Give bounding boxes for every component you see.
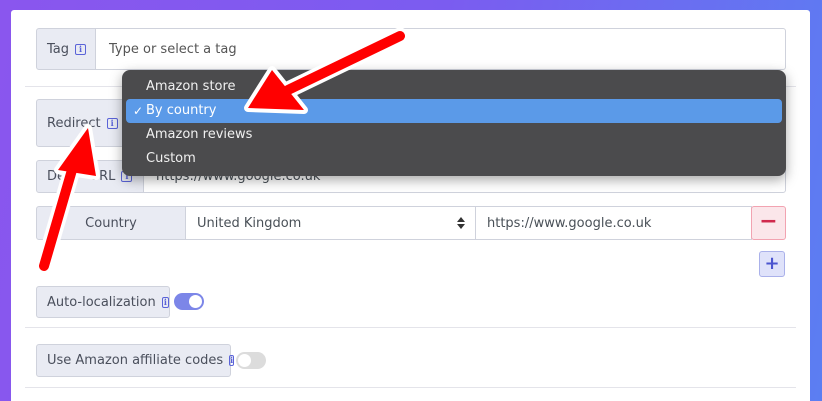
redirect-dropdown-menu: Amazon store ✓ By country Amazon reviews… — [122, 70, 786, 176]
minus-icon: − — [759, 209, 778, 234]
plus-icon: + — [764, 253, 780, 274]
dropdown-option-amazon-store[interactable]: Amazon store — [126, 75, 782, 99]
affiliate-codes-label: Use Amazon affiliate codes i — [36, 344, 235, 377]
auto-localization-label-text: Auto-localization — [47, 294, 156, 310]
default-url-label-start: Def — [47, 169, 70, 184]
country-label: Country — [36, 206, 186, 240]
dropdown-option-by-country[interactable]: ✓ By country — [126, 99, 782, 123]
auto-localization-toggle[interactable] — [174, 293, 204, 310]
country-url-value: https://www.google.co.uk — [487, 215, 652, 231]
checkmark-icon: ✓ — [133, 104, 144, 118]
info-icon[interactable]: i — [106, 117, 118, 129]
default-url-label-end: URL — [89, 169, 116, 184]
remove-country-button[interactable]: − — [751, 206, 786, 240]
affiliate-codes-label-text: Use Amazon affiliate codes — [47, 353, 224, 368]
divider — [25, 387, 796, 388]
dropdown-option-amazon-reviews[interactable]: Amazon reviews — [126, 123, 782, 147]
info-icon[interactable]: i — [161, 296, 169, 308]
dropdown-option-label: By country — [146, 103, 217, 118]
add-country-button[interactable]: + — [759, 251, 785, 277]
redirect-label-text: Redirect — [47, 115, 101, 131]
country-label-text: Country — [85, 215, 137, 231]
country-url-input[interactable]: https://www.google.co.uk — [475, 206, 752, 240]
info-icon[interactable]: i — [75, 43, 87, 55]
dropdown-option-custom[interactable]: Custom — [126, 147, 782, 171]
tag-label: Tag i — [36, 28, 96, 70]
form-panel: Tag i Type or select a tag Redirect i De… — [11, 10, 810, 401]
affiliate-codes-toggle[interactable] — [236, 352, 266, 369]
tag-input-placeholder: Type or select a tag — [109, 41, 237, 57]
auto-localization-label: Auto-localization i — [36, 286, 170, 318]
toggle-knob — [189, 295, 202, 308]
tag-input[interactable]: Type or select a tag — [95, 28, 786, 70]
redirect-label: Redirect i — [36, 99, 136, 147]
country-select[interactable]: United Kingdom — [185, 206, 476, 240]
dropdown-option-label: Custom — [146, 151, 196, 166]
divider — [25, 327, 796, 328]
tag-label-text: Tag — [47, 41, 70, 57]
dropdown-option-label: Amazon store — [146, 79, 236, 94]
info-icon[interactable]: i — [229, 355, 235, 366]
country-selected-value: United Kingdom — [197, 215, 302, 231]
dropdown-option-label: Amazon reviews — [146, 127, 253, 142]
toggle-knob — [238, 354, 251, 367]
select-arrows-icon — [457, 217, 465, 229]
